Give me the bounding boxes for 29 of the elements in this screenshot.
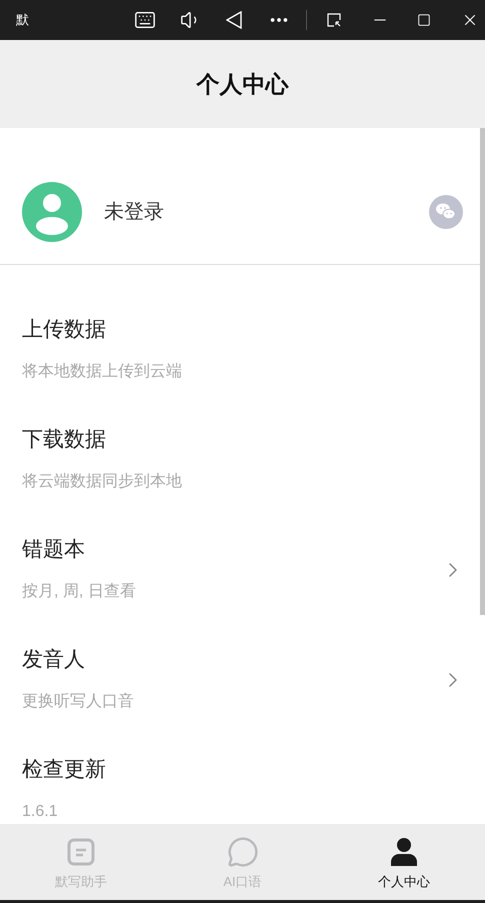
profile-row[interactable]: 未登录 [0, 128, 480, 265]
menu-item-subtitle: 将本地数据上传到云端 [22, 362, 183, 382]
menu-item-subtitle: 将云端数据同步到本地 [22, 472, 183, 492]
window-title: 默 [16, 11, 30, 30]
scrollbar[interactable] [480, 128, 485, 615]
back-icon[interactable] [226, 11, 242, 29]
menu-item-subtitle: 1.6.1 [22, 802, 59, 822]
menu-item-title: 检查更新 [22, 757, 107, 783]
login-status: 未登录 [104, 200, 165, 225]
menu-item[interactable]: 检查更新 1.6.1 [0, 745, 480, 824]
keyboard-icon[interactable] [134, 9, 156, 31]
menu-item-title: 发音人 [22, 647, 86, 673]
menu-item[interactable]: 下载数据 将云端数据同步到本地 [0, 415, 480, 525]
menu-item[interactable]: 错题本 按月, 周, 日查看 [0, 525, 480, 635]
menu-item-title: 上传数据 [22, 317, 107, 343]
maximize-icon[interactable] [417, 13, 431, 27]
window-capture-icon[interactable] [327, 13, 341, 27]
notes-icon [66, 838, 95, 866]
page-title: 个人中心 [196, 70, 288, 99]
menu-item[interactable]: 上传数据 将本地数据上传到云端 [0, 305, 480, 415]
tab[interactable]: 个人中心 [323, 824, 485, 900]
menu-item[interactable]: 发音人 更换听写人口音 [0, 635, 480, 745]
menu-item-title: 下载数据 [22, 427, 107, 453]
chat-bubble-icon [226, 836, 258, 868]
menu-item-title: 错题本 [22, 537, 86, 563]
menu-item-subtitle: 按月, 周, 日查看 [22, 582, 137, 602]
menu-item-subtitle: 更换听写人口音 [22, 692, 135, 712]
person-icon [391, 838, 418, 866]
avatar-icon [22, 182, 82, 242]
